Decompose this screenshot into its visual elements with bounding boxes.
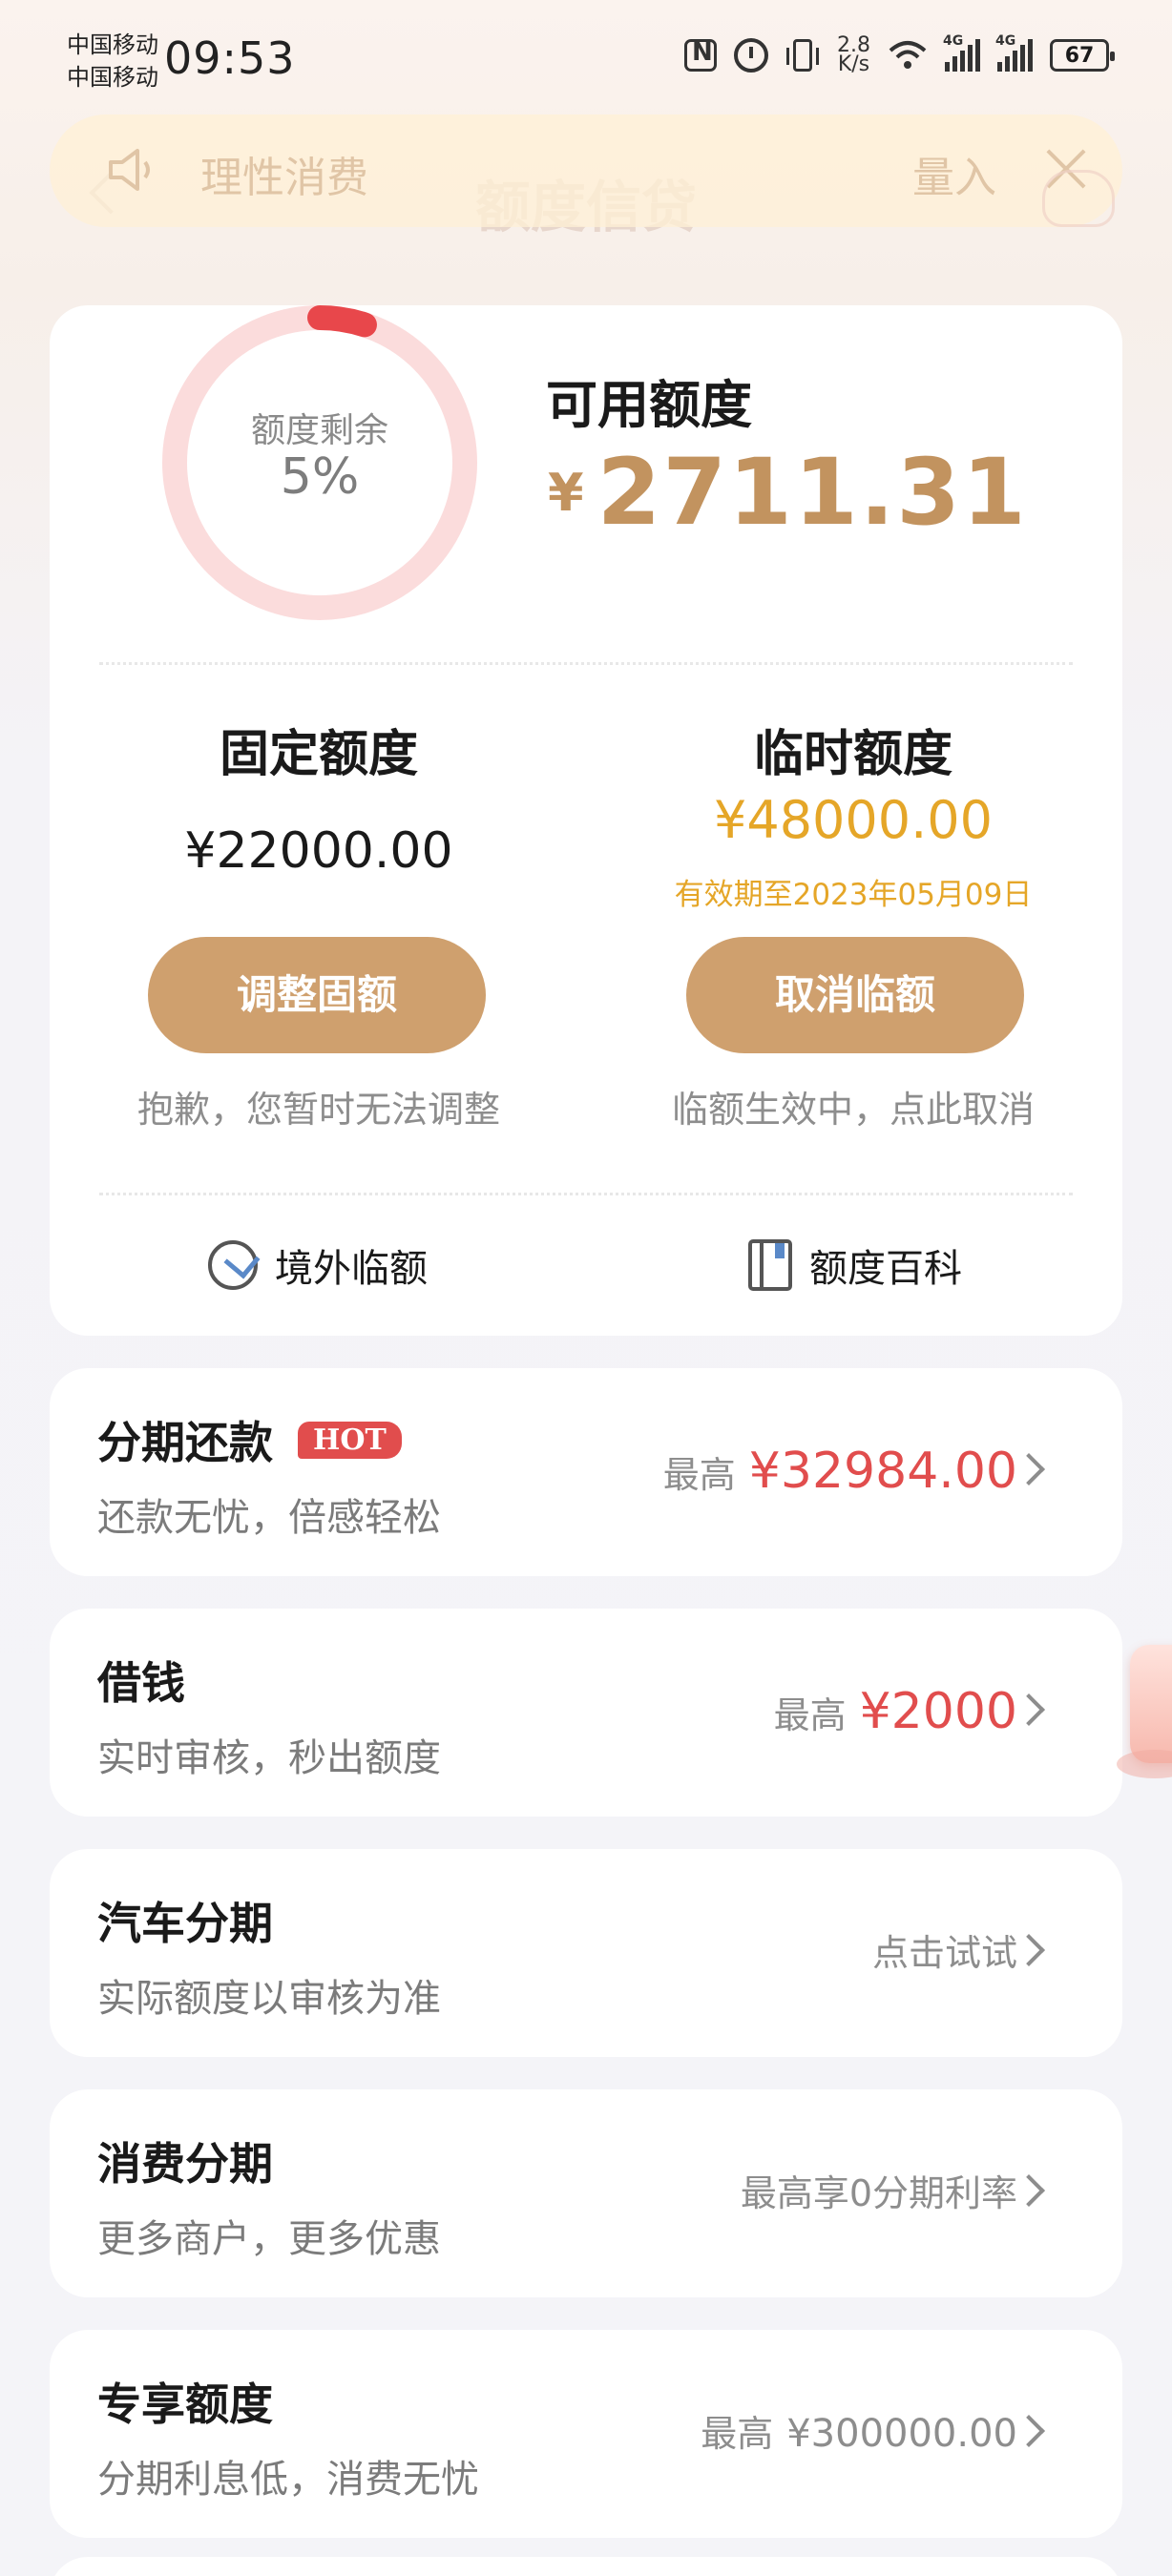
status-icons: 2.8 K/s 4G 4G 67: [684, 33, 1115, 76]
notice-text: 理性消费: [200, 154, 368, 202]
book-icon: [748, 1239, 792, 1291]
currency-symbol: ¥: [548, 463, 584, 523]
product-card-consumer-installment[interactable]: 消费分期 更多商户，更多优惠 最高享0分期利率: [50, 2089, 1122, 2297]
vibrate-icon: [786, 39, 819, 72]
divider: [99, 662, 1073, 665]
quota-encyclopedia-label: 额度百科: [809, 1247, 962, 1291]
carrier-1: 中国移动: [67, 31, 158, 58]
limit-amount: ¥32984.00: [748, 1443, 1017, 1500]
battery-icon: 67: [1050, 39, 1115, 72]
mascot-icon[interactable]: [1042, 170, 1115, 227]
product-limit: 最高 ¥32984.00: [663, 1443, 1017, 1500]
product-action-text: 点击试试: [872, 1923, 1017, 1976]
fixed-quota-title: 固定额度: [219, 726, 418, 783]
chevron-right-icon: [1013, 1934, 1045, 1966]
temporary-quota-title: 临时额度: [753, 726, 952, 783]
limit-prefix: 最高: [701, 2413, 774, 2455]
chevron-right-icon: [1013, 1693, 1045, 1726]
notice-action: 量入: [912, 154, 996, 202]
chevron-right-icon: [1013, 2415, 1045, 2447]
ring-label: 额度剩余: [250, 411, 388, 450]
battery-level: 67: [1064, 43, 1095, 68]
signal-icon-2: 4G: [995, 33, 1033, 72]
ring-value: 5%: [280, 448, 360, 506]
clock: 09:53: [164, 32, 296, 84]
temporary-quota-amount: ¥48000.00: [713, 790, 994, 850]
alarm-icon: [734, 38, 768, 73]
available-quota-amount: ¥2711.31: [548, 439, 1028, 546]
limit-prefix: 最高: [773, 1694, 847, 1736]
product-title: 专享额度: [97, 2379, 273, 2430]
overseas-temp-quota-label: 境外临额: [275, 1247, 428, 1291]
product-action-label: 最高享0分期利率: [740, 2172, 1017, 2214]
network-speed-unit: K/s: [837, 52, 870, 76]
speaker-icon: [109, 149, 150, 191]
available-amount-value: 2711.31: [596, 439, 1028, 546]
product-subtitle: 还款无忧，倍感轻松: [97, 1496, 441, 1540]
product-title: 消费分期: [97, 2138, 273, 2190]
floating-gift-icon[interactable]: [1117, 1645, 1172, 1778]
hot-badge: HOT: [298, 1421, 402, 1459]
product-card-exclusive-quota[interactable]: 专享额度 分期利息低，消费无忧 最高 ¥300000.00: [50, 2330, 1122, 2538]
network-type-2: 4G: [995, 33, 1016, 49]
credit-quota-page: 中国移动 中国移动 09:53 2.8 K/s 4G 4G: [0, 0, 1172, 2576]
product-limit: 最高 ¥300000.00: [701, 2404, 1017, 2457]
product-card-installment-repayment[interactable]: 分期还款 HOT 还款无忧，倍感轻松 最高 ¥32984.00: [50, 1368, 1122, 1576]
fixed-quota-note: 抱歉，您暂时无法调整: [136, 1089, 500, 1131]
product-title: 汽车分期: [97, 1898, 273, 1949]
notice-bar[interactable]: 理性消费 量入: [50, 114, 1122, 227]
product-title: 分期还款 HOT: [97, 1408, 402, 1471]
product-action-text: 最高享0分期利率: [741, 2164, 1017, 2216]
signal-icon-1: 4G: [943, 33, 980, 72]
globe-plane-icon: [208, 1240, 258, 1290]
product-title: 借钱: [97, 1657, 185, 1709]
available-quota-title: 可用额度: [546, 375, 752, 435]
quota-encyclopedia-link[interactable]: 额度百科: [748, 1237, 962, 1293]
product-card-borrow[interactable]: 借钱 实时审核，秒出额度 最高 ¥2000: [50, 1609, 1122, 1817]
quota-card: 额度剩余 5% 可用额度 ¥2711.31 固定额度 ¥22000.00 调整固…: [50, 305, 1122, 1336]
chevron-right-icon: [1013, 2174, 1045, 2207]
status-bar: 中国移动 中国移动 09:53 2.8 K/s 4G 4G: [0, 0, 1172, 114]
limit-amount: ¥300000.00: [786, 2412, 1017, 2456]
chevron-right-icon: [1013, 1453, 1045, 1485]
product-subtitle: 实际额度以审核为准: [97, 1977, 441, 2021]
temporary-quota-validity: 有效期至2023年05月09日: [674, 878, 1033, 912]
next-card-edge: [50, 2557, 1122, 2576]
divider: [99, 1193, 1073, 1195]
product-action-label: 点击试试: [871, 1932, 1017, 1974]
limit-amount: ¥2000: [859, 1683, 1017, 1740]
overseas-temp-quota-link[interactable]: 境外临额: [208, 1237, 428, 1293]
product-subtitle: 实时审核，秒出额度: [97, 1736, 441, 1780]
fixed-quota-amount: ¥22000.00: [184, 822, 453, 880]
limit-prefix: 最高: [662, 1454, 736, 1496]
carrier-labels: 中国移动 中国移动: [67, 29, 158, 93]
product-title-text: 分期还款: [97, 1417, 273, 1468]
adjust-fixed-button[interactable]: 调整固额: [148, 937, 486, 1053]
nfc-icon: [684, 38, 717, 72]
carrier-2: 中国移动: [67, 64, 158, 91]
network-type-1: 4G: [943, 33, 964, 49]
wifi-icon: [888, 39, 928, 72]
product-limit: 最高 ¥2000: [774, 1683, 1017, 1740]
header: 额度信贷 理性消费 量入: [0, 114, 1172, 286]
temporary-quota-note[interactable]: 临额生效中，点此取消: [615, 1080, 1092, 1132]
product-card-car-installment[interactable]: 汽车分期 实际额度以审核为准 点击试试: [50, 1849, 1122, 2057]
product-subtitle: 更多商户，更多优惠: [97, 2217, 441, 2261]
network-speed: 2.8 K/s: [837, 35, 870, 76]
product-subtitle: 分期利息低，消费无忧: [97, 2458, 479, 2502]
cancel-temporary-button[interactable]: 取消临额: [686, 937, 1024, 1053]
